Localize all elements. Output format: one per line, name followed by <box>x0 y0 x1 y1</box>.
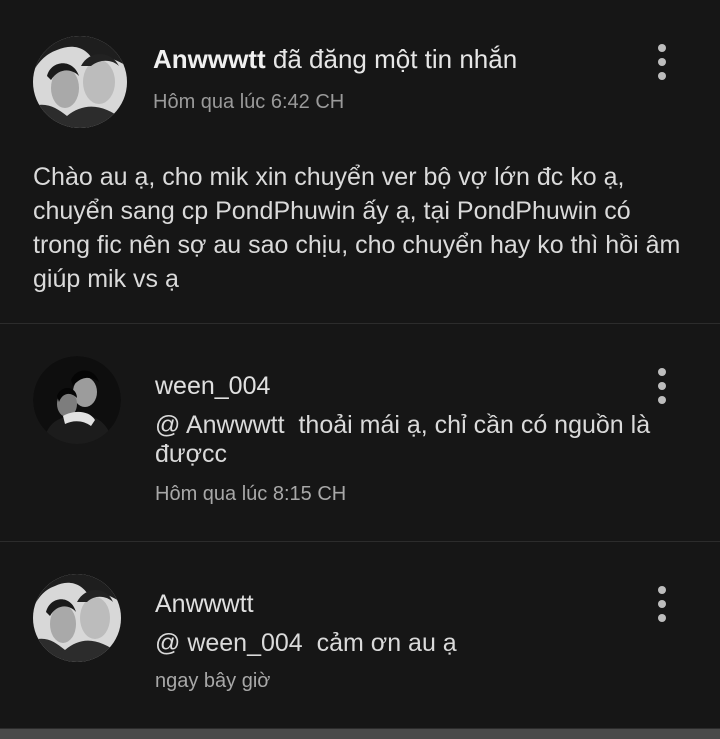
mention-link[interactable]: @ ween_004 <box>155 629 303 657</box>
reply-more-button[interactable] <box>647 364 677 408</box>
reply-author-name[interactable]: Anwwwtt <box>155 590 254 619</box>
author-avatar[interactable] <box>33 36 127 128</box>
reply-author-name[interactable]: ween_004 <box>155 372 270 401</box>
reply-timestamp: Hôm qua lúc 8:15 CH <box>155 483 347 505</box>
post-author-name[interactable]: Anwwwtt <box>153 44 266 74</box>
reply-item: ween_004 @ Anwwwtt thoải mái ạ, chỉ cần … <box>0 324 720 542</box>
post-header: Anwwwtt đã đăng một tin nhắn <box>153 44 517 75</box>
bottom-bar <box>0 729 720 739</box>
more-vertical-icon <box>658 368 666 376</box>
message-post: Anwwwtt đã đăng một tin nhắn Hôm qua lúc… <box>0 0 720 324</box>
reply-item: Anwwwtt @ ween_004 cảm ơn au ạ ngay bây … <box>0 542 720 729</box>
more-vertical-icon <box>658 586 666 594</box>
reply-text: @ ween_004 cảm ơn au ạ <box>155 629 685 658</box>
reply-more-button[interactable] <box>647 582 677 626</box>
post-body-text: Chào au ạ, cho mik xin chuyển ver bộ vợ … <box>33 163 681 293</box>
reply-timestamp: ngay bây giờ <box>155 670 271 692</box>
reply-text: @ Anwwwtt thoải mái ạ, chỉ cần có nguồn … <box>155 411 685 469</box>
post-action-text: đã đăng một tin nhắn <box>272 44 518 74</box>
reply-message: cảm ơn au ạ <box>316 629 457 657</box>
reply-author-avatar[interactable] <box>33 574 121 662</box>
more-vertical-icon <box>658 44 666 52</box>
post-timestamp: Hôm qua lúc 6:42 CH <box>153 91 345 113</box>
mention-link[interactable]: @ Anwwwtt <box>155 411 285 439</box>
post-more-button[interactable] <box>647 40 677 84</box>
reply-author-avatar[interactable] <box>33 356 121 444</box>
